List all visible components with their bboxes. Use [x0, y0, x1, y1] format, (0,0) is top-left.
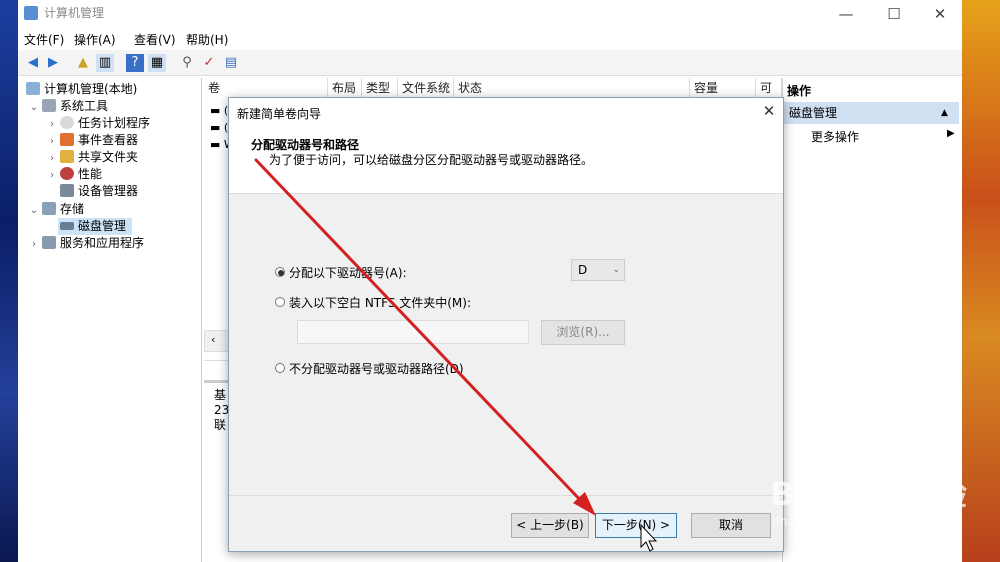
mouse-cursor-icon — [640, 523, 658, 552]
watermark-brand: Bai du 经验 — [770, 475, 968, 513]
watermark-url: jingyan.baidu.com — [772, 515, 892, 530]
annotation-arrow-line — [254, 158, 587, 507]
baidu-watermark: Bai du 经验 jingyan.baidu.com — [770, 455, 970, 545]
